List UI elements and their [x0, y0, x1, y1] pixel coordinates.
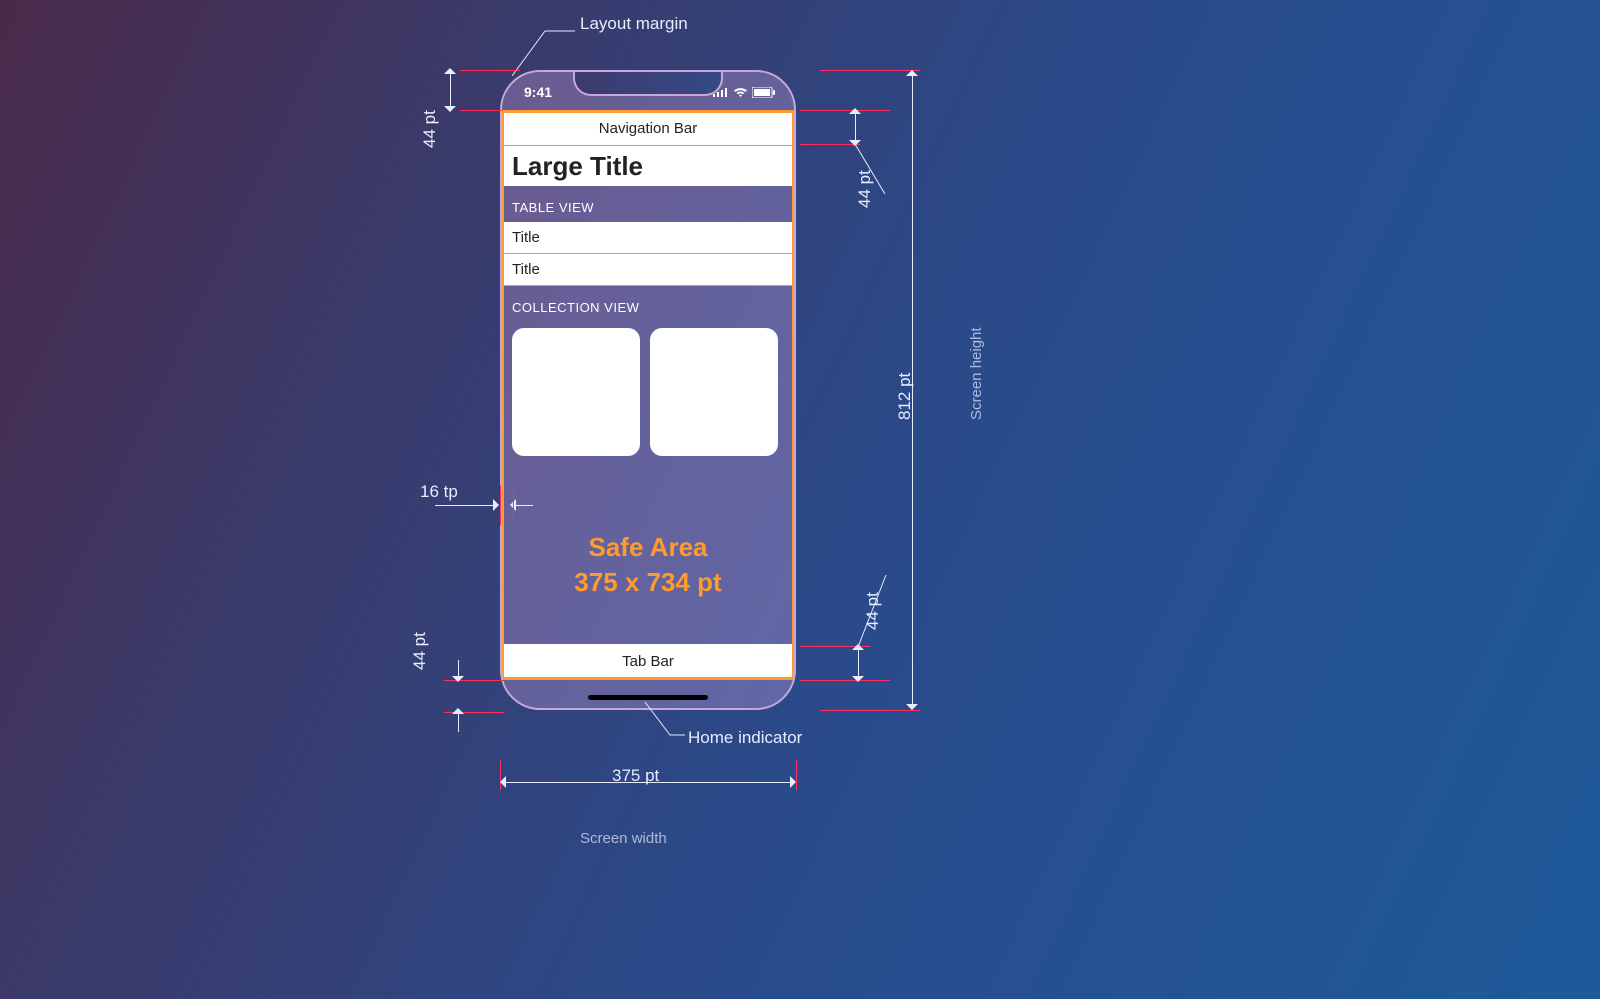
navigation-bar: Navigation Bar	[502, 112, 794, 146]
safe-area-line1: Safe Area	[589, 530, 708, 565]
phone-frame: 9:41 Navigation Bar Large Title TABLE VI…	[500, 70, 796, 710]
tick-line	[820, 710, 920, 711]
tick-line	[460, 110, 520, 111]
phone-body: Navigation Bar Large Title TABLE VIEW Ti…	[502, 112, 794, 678]
measure-navbar-height: 44 pt	[855, 170, 875, 208]
table-view-header: TABLE VIEW	[502, 200, 794, 222]
arrow-head-icon	[504, 499, 516, 511]
collection-card	[512, 328, 640, 456]
arrow-head-icon	[852, 676, 864, 688]
callout-screen-height: Screen height	[968, 327, 985, 420]
table-row: Title	[502, 254, 794, 286]
measure-screen-width: 375 pt	[612, 766, 659, 786]
collection-view	[502, 322, 794, 456]
measure-arrow	[435, 505, 495, 506]
arrow-head-icon	[494, 776, 506, 788]
arrow-head-icon	[444, 62, 456, 74]
tick-line	[800, 680, 890, 681]
tick-line	[820, 70, 920, 71]
navigation-bar-label: Navigation Bar	[599, 120, 697, 137]
home-indicator	[588, 695, 708, 700]
collection-view-header: COLLECTION VIEW	[502, 300, 794, 322]
callout-layout-margin: Layout margin	[580, 14, 688, 34]
table-row-label: Title	[512, 229, 540, 246]
leader-line	[645, 702, 705, 740]
measure-side-margin: 16 tp	[420, 482, 458, 502]
tick-line	[513, 485, 514, 525]
large-title-text: Large Title	[512, 151, 643, 182]
measure-arrow	[855, 112, 856, 142]
arrow-head-icon	[452, 702, 464, 714]
phone-notch	[573, 70, 723, 96]
spacer	[502, 186, 794, 200]
status-time: 9:41	[524, 84, 552, 100]
arrow-head-icon	[452, 676, 464, 688]
measure-tabbar-height: 44 pt	[863, 592, 883, 630]
callout-screen-width: Screen width	[580, 830, 667, 847]
table-row-label: Title	[512, 261, 540, 278]
tick-line	[460, 70, 520, 71]
arrow-head-icon	[444, 106, 456, 118]
table-row: Title	[502, 222, 794, 254]
arrow-head-icon	[906, 64, 918, 76]
tab-bar-label: Tab Bar	[622, 653, 674, 670]
tick-line	[800, 110, 890, 111]
battery-icon	[752, 87, 776, 98]
tick-line	[500, 485, 501, 525]
safe-area-label: Safe Area 375 x 734 pt	[502, 456, 794, 644]
status-right	[713, 87, 776, 98]
arrow-head-icon	[849, 102, 861, 114]
collection-card	[650, 328, 778, 456]
arrow-head-icon	[790, 776, 802, 788]
measure-arrow	[515, 505, 533, 506]
measure-status-height: 44 pt	[420, 110, 440, 148]
callout-home-indicator: Home indicator	[688, 728, 802, 748]
measure-screen-height: 812 pt	[895, 373, 915, 420]
tab-bar: Tab Bar	[502, 644, 794, 678]
spacer	[502, 286, 794, 300]
measure-arrow	[858, 648, 859, 678]
measure-left-bottom: 44 pt	[410, 632, 430, 670]
large-title: Large Title	[502, 146, 794, 186]
measure-arrow	[450, 72, 451, 108]
wifi-icon	[733, 87, 748, 98]
safe-area-line2: 375 x 734 pt	[574, 565, 721, 600]
measure-arrow	[458, 712, 459, 732]
arrow-head-icon	[906, 704, 918, 716]
